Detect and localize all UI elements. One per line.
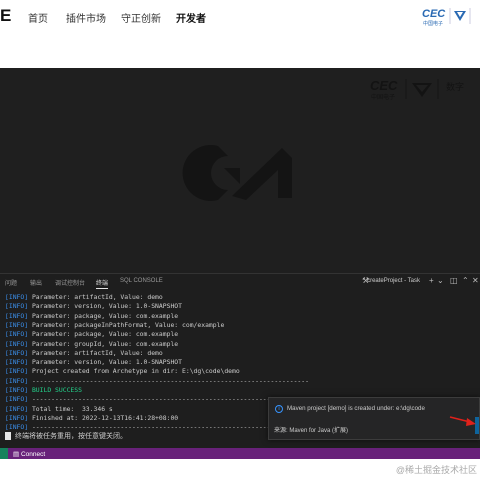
- database-icon: ▤: [13, 451, 20, 458]
- panel-tab-bar: 问题 输出 调试控制台 终端 SQL CONSOLE ⚒ createProje…: [0, 273, 480, 291]
- info-icon: i: [275, 405, 283, 413]
- maximize-panel-icon[interactable]: ⌃: [462, 276, 469, 286]
- cec-logo-text: CEC: [422, 8, 446, 20]
- terminal-footer-text: 终端将被任务重用，按任意键关闭。: [15, 432, 127, 440]
- split-terminal-icon[interactable]: ◫: [450, 276, 458, 286]
- terminal-line: [INFO] ---------------------------------…: [5, 395, 309, 404]
- close-panel-icon[interactable]: ✕: [472, 276, 479, 286]
- status-connect-label: Connect: [20, 451, 46, 458]
- terminal-line: [INFO] Finished at: 2022-12-13T16:41:28+…: [5, 413, 179, 422]
- cec-splash-sub: 中国电子: [371, 93, 395, 101]
- chevron-down-icon[interactable]: ⌄: [437, 276, 444, 286]
- terminal-footer: 终端将被任务重用，按任意键关闭。: [5, 431, 127, 441]
- cec-splash-text: CEC: [370, 78, 398, 93]
- tab-problems[interactable]: 问题: [5, 278, 17, 287]
- notification-source: 来源: Maven for Java (扩展): [274, 428, 349, 434]
- notification-message: Maven project [demo] is created under: e…: [287, 405, 425, 412]
- tab-debug-console[interactable]: 调试控制台: [55, 278, 85, 287]
- nav-innovation[interactable]: 守正创新: [121, 10, 161, 25]
- nav-developer[interactable]: 开发者: [176, 10, 206, 25]
- terminal-line: [INFO] BUILD SUCCESS: [5, 386, 82, 394]
- terminal-line: [INFO] Project created from Archetype in…: [5, 367, 240, 376]
- terminal-line: [INFO] Parameter: artifactId, Value: dem…: [5, 293, 163, 301]
- terminal-line: [INFO] Parameter: groupId, Value: com.ex…: [5, 339, 179, 348]
- add-terminal-icon[interactable]: +: [429, 276, 434, 286]
- terminal-line: [INFO] Parameter: package, Value: com.ex…: [5, 311, 179, 320]
- remote-indicator[interactable]: [0, 448, 8, 459]
- terminal-task-select[interactable]: createProject - Task: [367, 278, 420, 284]
- nav-plugin-market[interactable]: 插件市场: [66, 10, 106, 25]
- tab-sql-console[interactable]: SQL CONSOLE: [120, 278, 163, 284]
- cec-logo[interactable]: CEC 中国电子: [420, 5, 480, 27]
- terminal-line: [INFO] Parameter: version, Value: 1.0-SN…: [5, 358, 182, 367]
- terminal-line: [INFO] Parameter: artifactId, Value: dem…: [5, 348, 163, 357]
- terminal-line: [INFO] Parameter: packageInPathFormat, V…: [5, 320, 225, 329]
- editor-watermark-logo-icon: [182, 145, 292, 201]
- status-bar: ▤ Connect: [0, 448, 480, 459]
- splash-extra-text: 数字: [446, 81, 464, 93]
- cec-logo-sub: 中国电子: [423, 20, 443, 27]
- top-navigation: E 首页 插件市场 守正创新 开发者 CEC 中国电子: [0, 0, 480, 34]
- terminal-line: [INFO] ---------------------------------…: [5, 376, 309, 385]
- brand-letter[interactable]: E: [0, 6, 11, 26]
- cec-splash-logo: CEC 中国电子 数字: [370, 78, 464, 101]
- terminal-line: [INFO] Parameter: version, Value: 1.0-SN…: [5, 302, 182, 311]
- nav-home[interactable]: 首页: [28, 10, 48, 25]
- terminal-line: [INFO] Total time: 33.346 s: [5, 404, 113, 413]
- red-arrow-icon: [449, 416, 476, 426]
- tab-output[interactable]: 输出: [30, 278, 42, 287]
- terminal-cursor: [5, 432, 11, 440]
- editor-splash: CEC 中国电子 数字: [0, 68, 480, 273]
- tab-terminal[interactable]: 终端: [96, 278, 109, 289]
- watermark: @稀土掘金技术社区: [395, 465, 477, 475]
- terminal-line: [INFO] Parameter: package, Value: com.ex…: [5, 330, 179, 339]
- status-connect[interactable]: ▤ Connect: [13, 450, 45, 458]
